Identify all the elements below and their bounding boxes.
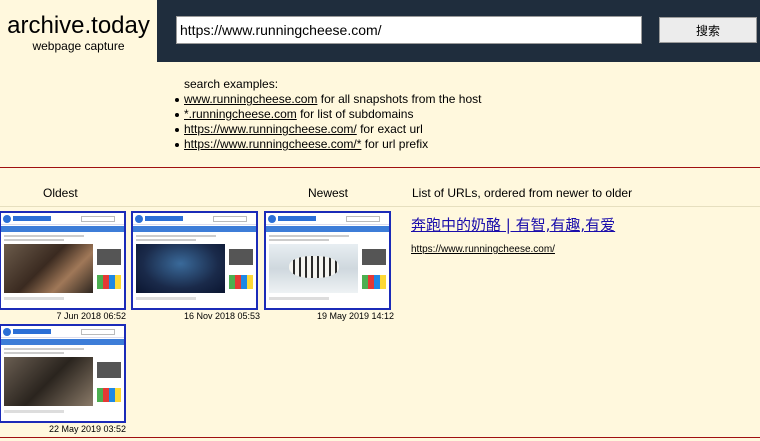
newest-header: Newest — [308, 186, 349, 200]
thumb-line — [269, 235, 349, 237]
thumb-grid — [229, 275, 253, 289]
thumb-grid — [362, 275, 386, 289]
thumb-footer — [269, 297, 329, 300]
thumb-line — [4, 352, 64, 354]
example-desc: for exact url — [356, 122, 423, 136]
search-bar: 搜索 — [157, 0, 760, 62]
result-url-link[interactable]: https://www.runningcheese.com/ — [411, 244, 555, 255]
thumb-line — [4, 235, 84, 237]
example-desc: for all snapshots from the host — [317, 92, 482, 106]
thumb-title — [278, 216, 316, 221]
thumb-grid — [97, 275, 121, 289]
thumb-nav — [1, 339, 124, 345]
list-item: https://www.runningcheese.com/* for url … — [175, 137, 482, 152]
thumb-grid — [97, 388, 121, 402]
thumb-line — [136, 235, 216, 237]
brand-subtitle: webpage capture — [32, 39, 125, 53]
snapshot-thumbnail[interactable] — [264, 211, 391, 310]
logo-icon — [3, 215, 11, 223]
thumb-line — [136, 239, 196, 241]
thumb-search — [81, 329, 115, 335]
thumb-image — [269, 244, 358, 293]
thumb-footer — [136, 297, 196, 300]
example-desc: for list of subdomains — [296, 107, 414, 121]
thumb-image — [4, 244, 93, 293]
thumb-search — [81, 216, 115, 222]
search-examples: search examples: www.runningcheese.com f… — [175, 77, 482, 152]
thumb-title — [13, 329, 51, 334]
url-list-header: List of URLs, ordered from newer to olde… — [412, 186, 633, 200]
thumb-line — [4, 239, 64, 241]
example-link[interactable]: https://www.runningcheese.com/* — [184, 137, 361, 151]
result-title-link[interactable]: 奔跑中的奶酪 | 有智,有趣,有爱 — [411, 214, 615, 235]
list-item: https://www.runningcheese.com/ for exact… — [175, 122, 482, 137]
example-desc: for url prefix — [361, 137, 429, 151]
example-link[interactable]: https://www.runningcheese.com/ — [184, 122, 357, 136]
thumb-image — [4, 357, 93, 406]
thumb-side-image — [97, 249, 121, 265]
snapshot-thumbnail[interactable] — [0, 211, 126, 310]
example-link[interactable]: *.runningcheese.com — [184, 107, 297, 121]
snapshot-date: 16 Nov 2018 05:53 — [183, 311, 260, 321]
thumb-nav — [266, 226, 389, 232]
snapshot-thumbnail[interactable] — [0, 324, 126, 423]
thumb-line — [4, 348, 84, 350]
thumb-footer — [4, 297, 64, 300]
list-item: www.runningcheese.com for all snapshots … — [175, 92, 482, 107]
thumb-title — [145, 216, 183, 221]
thumb-nav — [1, 226, 124, 232]
thumb-title — [13, 216, 51, 221]
brand[interactable]: archive.today webpage capture — [0, 0, 157, 62]
divider — [0, 206, 760, 207]
logo-icon — [135, 215, 143, 223]
thumb-footer — [4, 410, 64, 413]
example-link[interactable]: www.runningcheese.com — [184, 92, 317, 106]
divider — [0, 437, 760, 438]
snapshot-thumbnail[interactable] — [131, 211, 258, 310]
divider — [0, 167, 760, 168]
thumb-line — [269, 239, 329, 241]
url-input[interactable] — [176, 16, 642, 44]
brand-title: archive.today — [7, 12, 150, 39]
examples-list: www.runningcheese.com for all snapshots … — [175, 92, 482, 152]
thumb-nav — [133, 226, 256, 232]
oldest-header: Oldest — [43, 186, 78, 200]
snapshot-date: 7 Jun 2018 06:52 — [56, 311, 126, 321]
snapshot-date: 22 May 2019 03:52 — [48, 424, 126, 434]
list-item: *.runningcheese.com for list of subdomai… — [175, 107, 482, 122]
logo-icon — [3, 328, 11, 336]
search-button[interactable]: 搜索 — [659, 17, 757, 43]
snapshot-date: 19 May 2019 14:12 — [316, 311, 394, 321]
logo-icon — [268, 215, 276, 223]
examples-heading: search examples: — [184, 77, 279, 91]
thumb-image — [136, 244, 225, 293]
thumb-search — [346, 216, 380, 222]
thumb-side-image — [362, 249, 386, 265]
thumb-side-image — [97, 362, 121, 378]
thumb-side-image — [229, 249, 253, 265]
thumb-search — [213, 216, 247, 222]
